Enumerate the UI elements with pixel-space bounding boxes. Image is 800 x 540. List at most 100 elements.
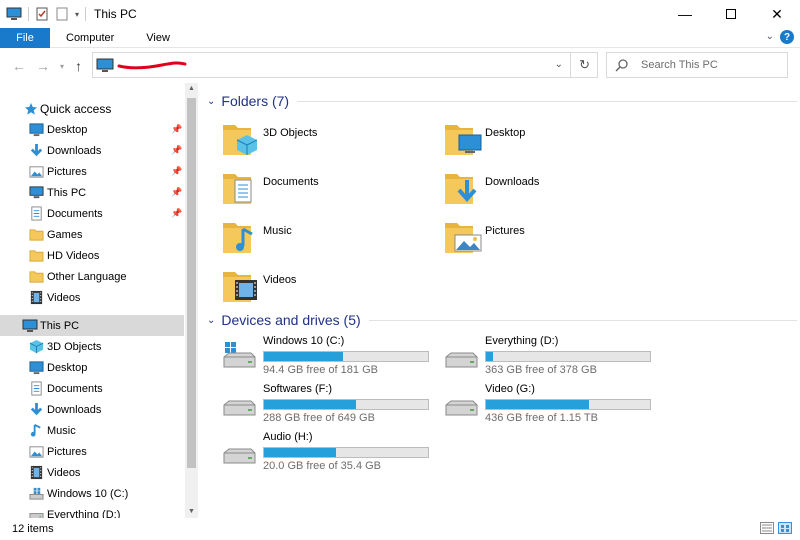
customize-toolbar-chevron-icon[interactable]: ▾ bbox=[75, 10, 79, 19]
expand-ribbon-icon[interactable]: ⌄ bbox=[766, 31, 774, 42]
folder-item[interactable]: Pictures bbox=[443, 217, 643, 259]
drive-name: Video (G:) bbox=[485, 383, 535, 395]
drive-usage-fill bbox=[486, 400, 590, 409]
back-arrow-icon[interactable]: ← bbox=[12, 58, 26, 74]
nav-this-pc[interactable]: This PC bbox=[0, 315, 184, 336]
nav-label: Quick access bbox=[40, 101, 112, 116]
videos-icon bbox=[29, 465, 44, 480]
nav-item[interactable]: Documents 📌 bbox=[0, 203, 184, 224]
pin-icon[interactable]: 📌 bbox=[171, 187, 182, 198]
title-bar: ▾ This PC — ✕ bbox=[0, 0, 800, 28]
pin-icon[interactable]: 📌 bbox=[171, 145, 182, 156]
nav-item[interactable]: Games bbox=[0, 224, 184, 245]
recent-locations-chevron-icon[interactable]: ▾ bbox=[60, 62, 64, 71]
nav-item[interactable]: Downloads 📌 bbox=[0, 140, 184, 161]
maximize-button[interactable] bbox=[708, 0, 754, 28]
file-tab[interactable]: File bbox=[0, 27, 50, 48]
documents-icon bbox=[29, 381, 44, 396]
nav-item[interactable]: Documents bbox=[0, 378, 184, 399]
3d-objects-icon bbox=[29, 339, 44, 354]
folder-item[interactable]: Downloads bbox=[443, 168, 643, 210]
drive-usage-bar bbox=[263, 399, 429, 410]
nav-item[interactable]: Videos bbox=[0, 462, 184, 483]
address-dropdown-icon[interactable]: ⌄ bbox=[555, 59, 563, 70]
scroll-thumb[interactable] bbox=[187, 98, 196, 468]
nav-item[interactable]: 3D Objects bbox=[0, 336, 184, 357]
new-folder-icon[interactable] bbox=[55, 7, 69, 21]
pin-icon[interactable]: 📌 bbox=[171, 124, 182, 135]
nav-label: Games bbox=[47, 228, 83, 241]
drive-free-text: 436 GB free of 1.15 TB bbox=[485, 412, 598, 424]
large-icons-view-icon[interactable] bbox=[778, 522, 792, 534]
quick-access-toolbar: ▾ bbox=[0, 7, 87, 21]
up-arrow-icon[interactable]: ↑ bbox=[75, 58, 82, 74]
ribbon: File Computer View ⌄ ? bbox=[0, 27, 800, 48]
drive-item[interactable]: Everything (D:) 363 GB free of 378 GB bbox=[443, 335, 655, 379]
folder-item[interactable]: Desktop bbox=[443, 119, 643, 161]
minimize-button[interactable]: — bbox=[662, 0, 708, 28]
address-bar[interactable]: ⌄ ↻ bbox=[92, 52, 598, 78]
nav-item[interactable]: Other Language bbox=[0, 266, 184, 287]
drive-icon bbox=[29, 507, 44, 518]
drive-item[interactable]: Video (G:) 436 GB free of 1.15 TB bbox=[443, 383, 655, 427]
scroll-down-icon[interactable]: ▼ bbox=[188, 508, 195, 515]
drive-usage-fill bbox=[264, 400, 356, 409]
nav-item[interactable]: Windows 10 (C:) bbox=[0, 483, 184, 504]
drive-item[interactable]: Windows 10 (C:) 94.4 GB free of 181 GB bbox=[221, 335, 433, 379]
refresh-icon[interactable]: ↻ bbox=[579, 57, 590, 73]
properties-icon[interactable] bbox=[35, 7, 49, 21]
drive-icon bbox=[443, 341, 479, 374]
pin-icon[interactable]: 📌 bbox=[171, 166, 182, 177]
folder-item[interactable]: Documents bbox=[221, 168, 421, 210]
details-view-icon[interactable] bbox=[760, 522, 774, 534]
nav-item[interactable]: HD Videos bbox=[0, 245, 184, 266]
pin-icon[interactable]: 📌 bbox=[171, 208, 182, 219]
this-pc-icon bbox=[29, 185, 44, 200]
help-icon[interactable]: ? bbox=[780, 30, 794, 44]
tab-computer[interactable]: Computer bbox=[50, 32, 130, 44]
downloads-icon bbox=[443, 170, 483, 209]
drive-item[interactable]: Audio (H:) 20.0 GB free of 35.4 GB bbox=[221, 431, 433, 475]
collapse-chevron-icon[interactable]: ⌄ bbox=[207, 315, 215, 326]
drive-icon bbox=[221, 389, 257, 422]
scroll-up-icon[interactable]: ▲ bbox=[188, 85, 195, 92]
item-count: 12 items bbox=[12, 523, 54, 535]
nav-quick-access[interactable]: Quick access bbox=[0, 98, 184, 119]
drive-usage-fill bbox=[264, 448, 337, 457]
nav-label: This PC bbox=[47, 186, 87, 199]
nav-item[interactable]: Everything (D:) bbox=[0, 504, 184, 518]
drive-usage-fill bbox=[264, 352, 343, 361]
folder-icon bbox=[29, 248, 44, 263]
nav-item[interactable]: Downloads bbox=[0, 399, 184, 420]
search-input[interactable]: Search This PC bbox=[641, 59, 718, 71]
documents-icon bbox=[221, 170, 261, 209]
maximize-icon bbox=[726, 9, 736, 19]
drive-free-text: 94.4 GB free of 181 GB bbox=[263, 364, 378, 376]
nav-item[interactable]: Music bbox=[0, 420, 184, 441]
navigation-pane: Quick access Desktop 📌 Downloads 📌 Picture… bbox=[0, 90, 198, 518]
collapse-chevron-icon[interactable]: ⌄ bbox=[207, 96, 215, 107]
folders-group-header[interactable]: ⌄ Folders (7) bbox=[207, 93, 798, 109]
drives-group-header[interactable]: ⌄ Devices and drives (5) bbox=[207, 312, 797, 328]
folder-item[interactable]: Music bbox=[221, 217, 421, 259]
nav-item[interactable]: This PC 📌 bbox=[0, 182, 184, 203]
nav-label: Pictures bbox=[47, 165, 87, 178]
forward-arrow-icon[interactable]: → bbox=[36, 58, 50, 74]
nav-label: Downloads bbox=[47, 144, 102, 157]
minimize-icon: — bbox=[678, 6, 692, 22]
nav-item[interactable]: Desktop 📌 bbox=[0, 119, 184, 140]
search-box[interactable]: Search This PC bbox=[606, 52, 788, 78]
nav-item[interactable]: Pictures 📌 bbox=[0, 161, 184, 182]
nav-item[interactable]: Videos bbox=[0, 287, 184, 308]
drive-free-text: 288 GB free of 649 GB bbox=[263, 412, 375, 424]
folder-item[interactable]: 3D Objects bbox=[221, 119, 421, 161]
nav-item[interactable]: Desktop bbox=[0, 357, 184, 378]
folder-item[interactable]: Videos bbox=[221, 266, 421, 308]
nav-item[interactable]: Pictures bbox=[0, 441, 184, 462]
tab-view[interactable]: View bbox=[130, 32, 186, 44]
desktop-icon bbox=[29, 360, 44, 375]
drive-item[interactable]: Softwares (F:) 288 GB free of 649 GB bbox=[221, 383, 433, 427]
nav-scrollbar[interactable]: ▲ ▼ bbox=[185, 83, 198, 518]
close-button[interactable]: ✕ bbox=[754, 0, 800, 28]
nav-label: 3D Objects bbox=[47, 340, 102, 353]
